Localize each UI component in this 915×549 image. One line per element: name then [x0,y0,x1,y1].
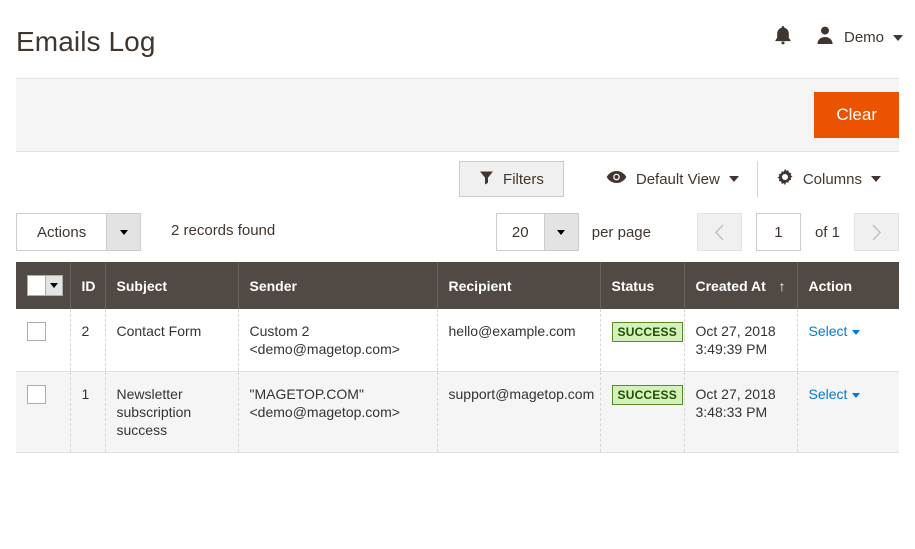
default-view-label: Default View [635,170,720,188]
select-all-checkbox[interactable] [28,276,45,295]
per-page-value: 20 [511,223,529,241]
page-total-label: of 1 [814,223,840,241]
created-time: 3:49:39 PM [695,341,768,357]
per-page-toggle[interactable] [543,214,578,250]
sender-email: <demo@magetop.com> [249,341,400,357]
bell-icon[interactable] [773,24,793,51]
page-actions-panel: Clear [16,78,899,152]
cell-status: SUCCESS [600,371,685,453]
row-select-cell[interactable] [16,371,71,453]
column-header-subject[interactable]: Subject [105,262,239,309]
default-view-button[interactable]: Default View [588,161,757,197]
filters-label: Filters [503,170,544,188]
emails-log-table: ID Subject Sender Recipient Status Creat… [16,262,899,453]
grid-toolbar-controls: Filters Default View Columns [459,161,899,197]
pager-next-button[interactable] [854,213,899,251]
chevron-down-icon [50,283,58,288]
column-header-recipient[interactable]: Recipient [437,262,601,309]
column-header-sender[interactable]: Sender [238,262,438,309]
sort-ascending-icon: ↑ [778,277,786,294]
funnel-icon [479,170,494,189]
gear-icon [776,168,794,190]
row-checkbox[interactable] [27,385,46,404]
column-header-id[interactable]: ID [70,262,106,309]
cell-subject: Contact Form [105,309,239,372]
cell-created-at: Oct 27, 2018 3:49:39 PM [684,309,798,372]
cell-action[interactable]: Select [797,309,899,372]
grid-controls: Actions 2 records found 20 per page 1 of… [16,204,899,262]
page-number-input[interactable]: 1 [755,213,801,251]
column-header-select-all[interactable] [16,262,71,309]
select-all-toggle[interactable] [45,276,62,295]
column-header-created-at-label: Created At [695,277,766,294]
chevron-down-icon [871,176,881,182]
select-all-control[interactable] [27,275,63,296]
pager-previous-button[interactable] [696,213,742,251]
actions-dropdown[interactable]: Actions [16,213,142,251]
row-select-cell[interactable] [16,309,71,372]
records-found-label: 2 records found [171,222,276,239]
chevron-down-icon[interactable] [852,392,861,398]
sender-name: Custom 2 [249,323,310,339]
sender-email: <demo@magetop.com> [249,404,400,420]
row-checkbox[interactable] [27,322,46,341]
data-grid-wrapper: ID Subject Sender Recipient Status Creat… [16,262,899,453]
row-action-select[interactable]: Select [809,323,848,339]
eye-icon [606,170,627,188]
chevron-down-icon [893,34,903,41]
columns-button[interactable]: Columns [756,161,899,197]
created-time: 3:48:33 PM [695,404,768,420]
actions-toggle[interactable] [106,214,141,250]
chevron-down-icon [728,176,739,182]
user-name: Demo [843,29,884,46]
table-header: ID Subject Sender Recipient Status Creat… [16,262,899,309]
cell-sender: "MAGETOP.COM" <demo@magetop.com> [238,371,438,453]
column-header-created-at[interactable]: Created At ↑ [684,262,798,309]
user-menu[interactable]: Demo [815,25,903,50]
per-page-label: per page [591,223,651,241]
pager: 20 per page 1 of 1 [495,213,899,251]
sender-name: "MAGETOP.COM" [249,386,364,402]
table-header-row: ID Subject Sender Recipient Status Creat… [16,262,899,309]
created-date: Oct 27, 2018 [695,323,776,339]
grid-toolbar: Filters Default View Columns [16,152,899,204]
row-action-select[interactable]: Select [809,386,848,402]
column-header-action[interactable]: Action [797,262,899,309]
clear-button[interactable]: Clear [814,92,899,138]
status-badge: SUCCESS [611,385,683,405]
columns-label: Columns [802,170,862,188]
header-actions: Demo [773,24,903,51]
chevron-down-icon [557,229,566,235]
chevron-down-icon [119,229,128,235]
page-title: Emails Log [16,26,156,57]
table-body: 2 Contact Form Custom 2 <demo@magetop.co… [16,309,899,453]
cell-sender: Custom 2 <demo@magetop.com> [238,309,438,372]
user-avatar-icon [815,25,835,50]
per-page-select[interactable]: 20 [495,213,579,251]
table-row[interactable]: 2 Contact Form Custom 2 <demo@magetop.co… [16,309,899,372]
created-date: Oct 27, 2018 [695,386,776,402]
filters-button[interactable]: Filters [459,161,564,197]
table-row[interactable]: 1 Newsletter subscription success "MAGET… [16,371,899,453]
actions-label[interactable]: Actions [17,214,106,250]
column-header-status[interactable]: Status [600,262,685,309]
page-header: Emails Log Demo [0,0,915,78]
cell-id: 1 [70,371,106,453]
cell-subject: Newsletter subscription success [105,371,239,453]
cell-recipient: support@magetop.com [437,371,601,453]
cell-id: 2 [70,309,106,372]
cell-action[interactable]: Select [797,371,899,453]
cell-created-at: Oct 27, 2018 3:48:33 PM [684,371,798,453]
status-badge: SUCCESS [611,322,683,342]
cell-status: SUCCESS [600,309,685,372]
chevron-down-icon[interactable] [852,329,861,335]
cell-recipient: hello@example.com [437,309,601,372]
